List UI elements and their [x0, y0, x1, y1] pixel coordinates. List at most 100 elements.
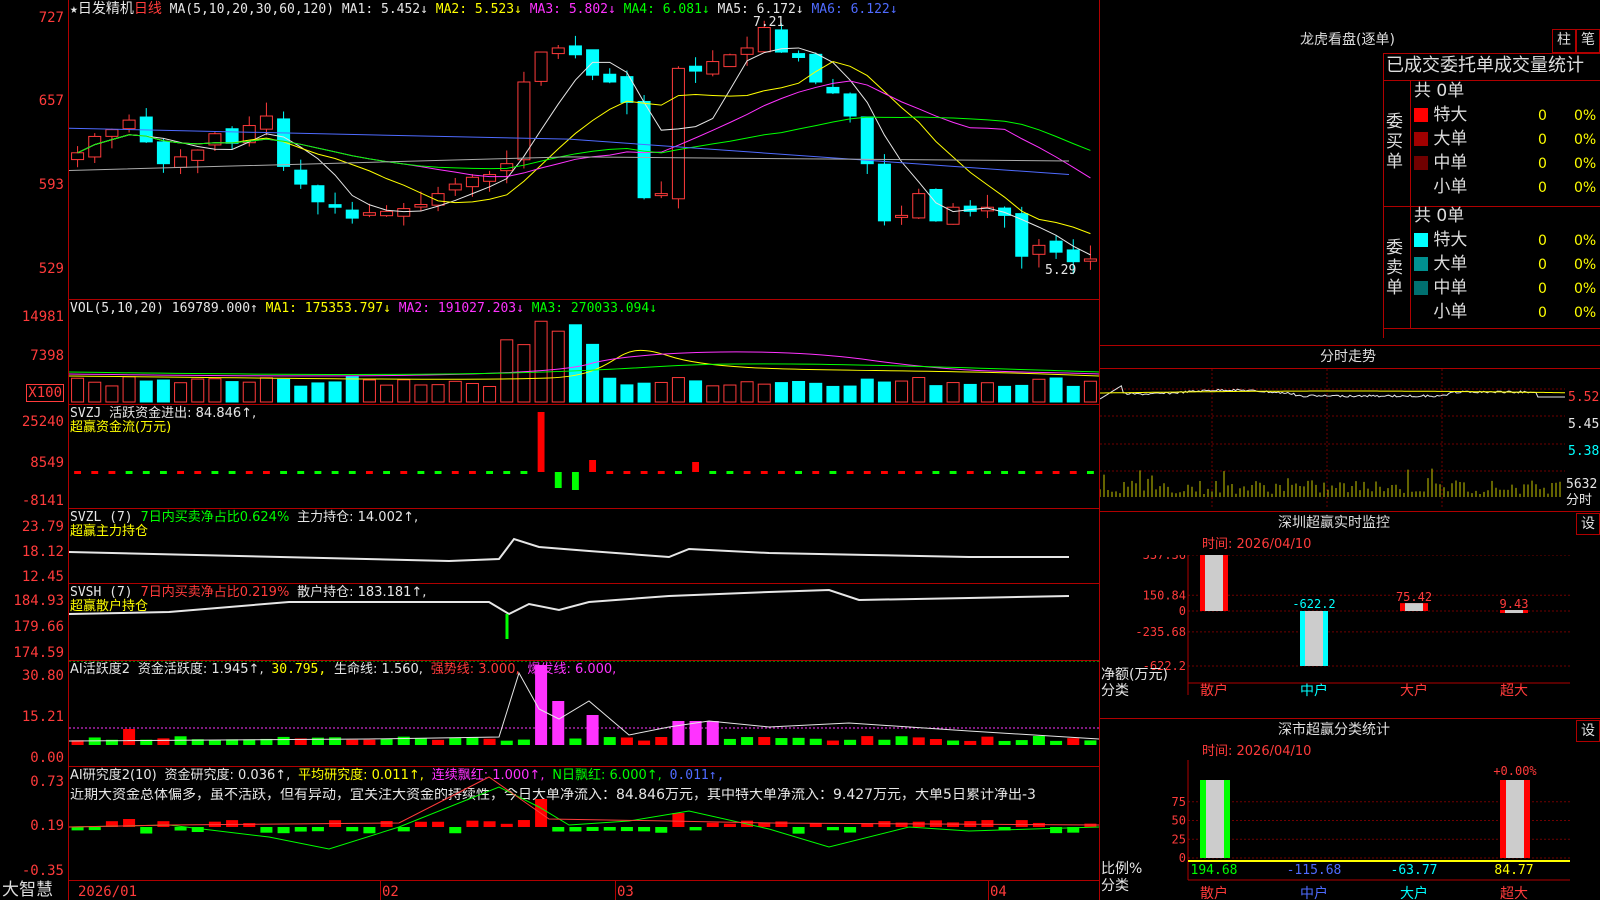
activity-bar — [689, 721, 702, 745]
activity-bar — [638, 740, 651, 745]
activity-bar — [208, 740, 221, 745]
flow-bar — [1052, 471, 1060, 474]
main-holding-chart[interactable] — [69, 509, 1099, 583]
date-tick: 02 — [382, 884, 399, 900]
class-value-label: 194.68 — [1191, 863, 1238, 878]
class-category: 超大 — [1500, 886, 1528, 900]
ma-value-4: MA4: 6.081↓ — [615, 2, 710, 17]
order-percent: 0% — [1574, 108, 1597, 124]
activity-bar — [311, 737, 324, 745]
candle-body — [671, 67, 685, 200]
candle-body — [465, 176, 479, 188]
retail-holding-chart[interactable] — [69, 584, 1099, 660]
ma-value-2: MA2: 5.523↓ — [427, 2, 522, 17]
monitor-bar-highlight — [1205, 555, 1223, 611]
volume-bar — [483, 385, 497, 403]
separator — [1100, 718, 1600, 719]
intraday-chart[interactable] — [1100, 369, 1565, 509]
brand-logo: 大智慧 — [2, 880, 53, 900]
class-axis-tick: 75 — [1172, 795, 1186, 809]
main-chart-area[interactable]: ★日发精机日线 MA(5,10,20,30,60,120) MA1: 5.452… — [0, 0, 1100, 900]
separator — [1383, 53, 1384, 338]
activity-bar — [277, 736, 290, 745]
class-axis-tick: 0 — [1179, 851, 1186, 865]
period-label[interactable]: 日线 — [134, 1, 162, 17]
flow-bar — [297, 471, 305, 474]
candle-body — [191, 149, 205, 161]
low-price-label: 5.29 — [1045, 263, 1077, 278]
volume-bar — [551, 330, 565, 403]
flow-bar — [314, 471, 322, 474]
candle-body — [603, 73, 617, 83]
candle-body — [380, 210, 394, 217]
volume-bar — [1049, 377, 1063, 403]
intraday-vol-label: 分时 — [1566, 493, 1593, 508]
research-bar — [363, 827, 376, 834]
flow-bar — [1035, 471, 1043, 474]
candle-body — [706, 61, 720, 75]
volume-bar — [362, 379, 376, 403]
activity-bar — [329, 737, 342, 745]
tick-mode-button[interactable]: 笔 — [1576, 29, 1600, 53]
ai-active-chart[interactable] — [69, 661, 1099, 766]
volume-chart[interactable] — [69, 316, 1099, 404]
flow-bar — [915, 471, 923, 474]
order-count: 0 — [1538, 257, 1547, 273]
volume-bar — [380, 384, 394, 403]
sz-class-chart[interactable]: 75 50 25 0 +0.00% 194.68 散户 -115.68 中户 -63.77 大户 84… — [1100, 760, 1600, 900]
candle-body — [860, 116, 874, 165]
candle-body — [654, 193, 668, 197]
order-count: 0 — [1538, 180, 1547, 196]
flow-bar — [468, 471, 476, 474]
sz-monitor-chart[interactable]: 537.36150.840-235.68-622.2537.36散户-622.2… — [1100, 555, 1600, 715]
research-bar — [140, 827, 153, 834]
activity-bar — [792, 737, 805, 745]
ai-research-chart[interactable] — [69, 767, 1099, 880]
price-tick: 529 — [38, 261, 64, 277]
ma-line — [77, 116, 1091, 170]
candle-body — [277, 118, 291, 167]
sz-monitor-settings-button[interactable]: 设 — [1576, 513, 1600, 535]
monitor-bar-highlight — [1305, 611, 1323, 666]
activity-bar — [895, 736, 908, 745]
right-sidebar: 龙虎看盘(逐单) 柱 笔 已成交委托单成交量统计 委买单 共 0单 特大 0 0% … — [1100, 0, 1600, 900]
research-bar — [88, 827, 101, 831]
activity-bar — [1050, 740, 1063, 745]
sz-monitor-time: 时间: 2026/04/10 — [1202, 537, 1312, 552]
activity-bar — [346, 739, 359, 745]
volume-bar — [345, 376, 359, 403]
volume-bar — [757, 383, 771, 403]
flow-bar — [262, 471, 270, 474]
activity-bar — [964, 740, 977, 745]
class-bar-highlight — [1206, 780, 1224, 858]
activity-bar — [552, 701, 565, 745]
flow-bar — [142, 471, 150, 474]
research-bar — [277, 827, 290, 834]
order-row: 大单 0 0% — [1414, 256, 1600, 273]
candle-body — [877, 163, 891, 222]
bar-mode-button[interactable]: 柱 — [1552, 29, 1576, 53]
fund-flow-chart[interactable] — [69, 405, 1099, 508]
monitor-axis-tick: 537.36 — [1143, 555, 1186, 562]
order-type-label: 特大 — [1428, 105, 1468, 125]
volume-bar — [431, 384, 445, 403]
monitor-ylabel: 净额(万元) — [1101, 667, 1168, 683]
vol-ma2 — [69, 351, 1099, 377]
flow-bar — [571, 472, 579, 490]
candle-body — [294, 169, 308, 185]
flow-bar — [1018, 471, 1026, 474]
activity-bar — [1067, 738, 1080, 745]
volume-bar — [946, 382, 960, 403]
research-bar — [449, 827, 462, 834]
price-axis: 727 657 593 529 — [0, 0, 68, 299]
stock-name[interactable]: 日发精机 — [78, 1, 134, 17]
flow-bar — [983, 471, 991, 474]
sz-class-settings-button[interactable]: 设 — [1576, 720, 1600, 742]
flow-bar — [177, 471, 185, 474]
monitor-bar-label: 9.43 — [1500, 597, 1529, 611]
candlestick-chart[interactable] — [69, 18, 1099, 298]
activity-bar — [483, 738, 496, 745]
flow-bar — [91, 471, 99, 474]
volume-bar — [225, 381, 239, 403]
research-bar — [226, 820, 239, 827]
